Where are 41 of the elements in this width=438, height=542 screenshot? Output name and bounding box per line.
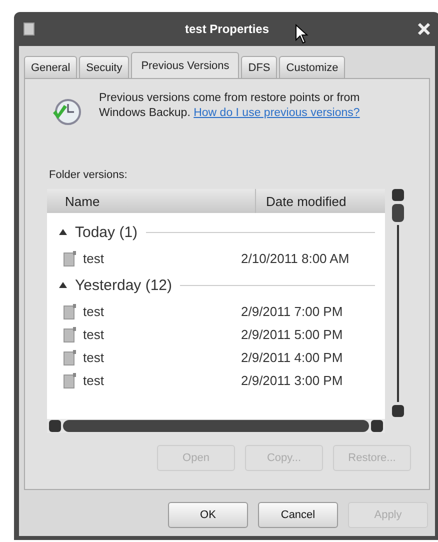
tab[interactable]: DFS [241, 56, 278, 78]
dialog-button[interactable]: Cancel [258, 502, 338, 528]
date-modified: 2/9/2011 3:00 PM [241, 373, 343, 388]
file-name: test [83, 251, 105, 266]
cursor-icon [295, 24, 309, 44]
info-text: Previous versions come from restore points or from Windows Backup. How do I use previous versions? [99, 91, 361, 121]
group-heading: Yesterday (12) [75, 276, 172, 294]
tab[interactable]: Customize [279, 56, 346, 78]
file-name: test [83, 304, 105, 319]
collapse-icon[interactable] [59, 229, 67, 235]
collapse-icon[interactable] [59, 282, 67, 288]
date-modified: 2/10/2011 8:00 AM [241, 251, 350, 266]
help-link[interactable]: How do I use previous versions? [194, 107, 360, 119]
version-row[interactable]: test 2/10/2011 8:00 AM [59, 247, 385, 270]
scroll-thumb[interactable] [63, 420, 369, 432]
scroll-thumb[interactable] [392, 204, 404, 222]
close-icon [417, 22, 431, 36]
version-row[interactable]: test 2/9/2011 5:00 PM [59, 323, 385, 346]
list-label: Folder versions: [49, 169, 128, 181]
date-modified: 2/9/2011 5:00 PM [241, 327, 343, 342]
vertical-scrollbar[interactable] [389, 189, 407, 417]
group-heading: Today (1) [75, 224, 138, 240]
version-row[interactable]: test 2/9/2011 3:00 PM [59, 369, 385, 392]
scroll-up-button[interactable] [392, 189, 404, 201]
version-row[interactable]: test 2/9/2011 7:00 PM [59, 300, 385, 323]
version-row[interactable]: test 2/9/2011 4:00 PM [59, 346, 385, 369]
scroll-left-button[interactable] [49, 420, 61, 432]
date-modified: 2/9/2011 7:00 PM [241, 304, 343, 319]
window-title: test Properties [184, 22, 270, 36]
scroll-down-button[interactable] [392, 405, 404, 417]
horizontal-scrollbar[interactable] [47, 419, 385, 433]
tab[interactable]: General [24, 56, 78, 78]
scroll-right-button[interactable] [371, 420, 383, 432]
tab[interactable]: Previous Versions [131, 52, 240, 78]
file-name: test [83, 327, 105, 342]
column-header[interactable]: Date modified [256, 189, 346, 213]
dialog-button[interactable]: OK [168, 502, 248, 528]
date-modified: 2/9/2011 4:00 PM [241, 350, 343, 365]
tab[interactable]: Secuity [79, 56, 130, 78]
file-name: test [83, 373, 105, 388]
file-name: test [83, 350, 105, 365]
